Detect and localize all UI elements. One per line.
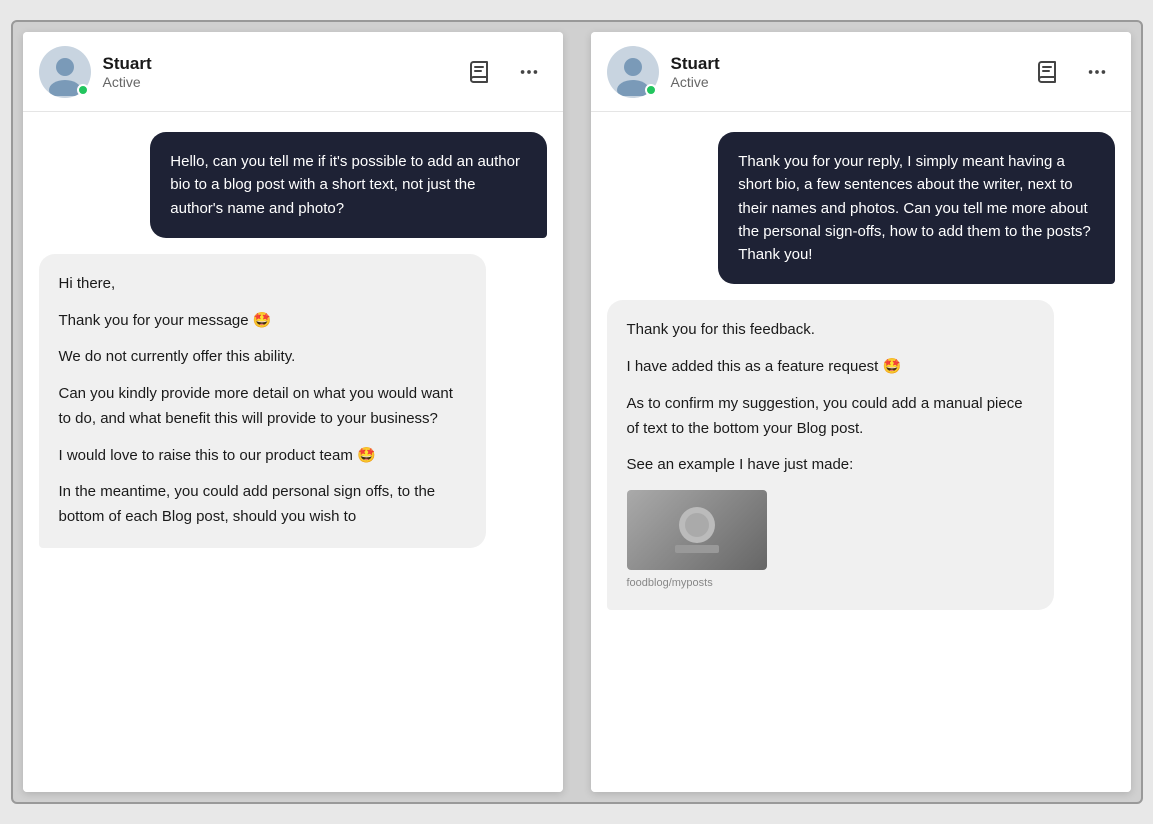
book-icon-btn-left[interactable] — [461, 54, 497, 90]
message-incoming-right-1: Thank you for this feedback. I have adde… — [607, 300, 1054, 610]
header-status-right: Active — [671, 74, 1029, 90]
panel-divider — [575, 32, 579, 792]
image-plate — [627, 490, 767, 570]
outer-wrapper: Stuart Active — [11, 20, 1143, 804]
image-preview — [627, 490, 767, 570]
chat-body-right: Thank you for your reply, I simply meant… — [591, 112, 1131, 792]
header-actions-left — [461, 54, 547, 90]
image-caption: foodblog/myposts — [627, 574, 1034, 592]
message-outgoing-right-1: Thank you for your reply, I simply meant… — [718, 132, 1114, 284]
header-name-left: Stuart — [103, 54, 461, 74]
book-icon-btn-right[interactable] — [1029, 54, 1065, 90]
more-icon-btn-right[interactable] — [1079, 54, 1115, 90]
status-dot-left — [77, 84, 89, 96]
avatar-wrapper-right — [607, 46, 659, 98]
avatar-wrapper-left — [39, 46, 91, 98]
chat-header-left: Stuart Active — [23, 32, 563, 112]
header-info-left: Stuart Active — [103, 54, 461, 90]
chat-panel-left: Stuart Active — [23, 32, 563, 792]
header-info-right: Stuart Active — [671, 54, 1029, 90]
message-outgoing-left-1: Hello, can you tell me if it's possible … — [150, 132, 546, 238]
header-name-right: Stuart — [671, 54, 1029, 74]
chat-body-left: Hello, can you tell me if it's possible … — [23, 112, 563, 792]
status-dot-right — [645, 84, 657, 96]
more-icon-btn-left[interactable] — [511, 54, 547, 90]
header-actions-right — [1029, 54, 1115, 90]
header-status-left: Active — [103, 74, 461, 90]
message-incoming-left-1: Hi there, Thank you for your message 🤩 W… — [39, 254, 486, 548]
chat-header-right: Stuart Active — [591, 32, 1131, 112]
chat-panel-right: Stuart Active — [591, 32, 1131, 792]
